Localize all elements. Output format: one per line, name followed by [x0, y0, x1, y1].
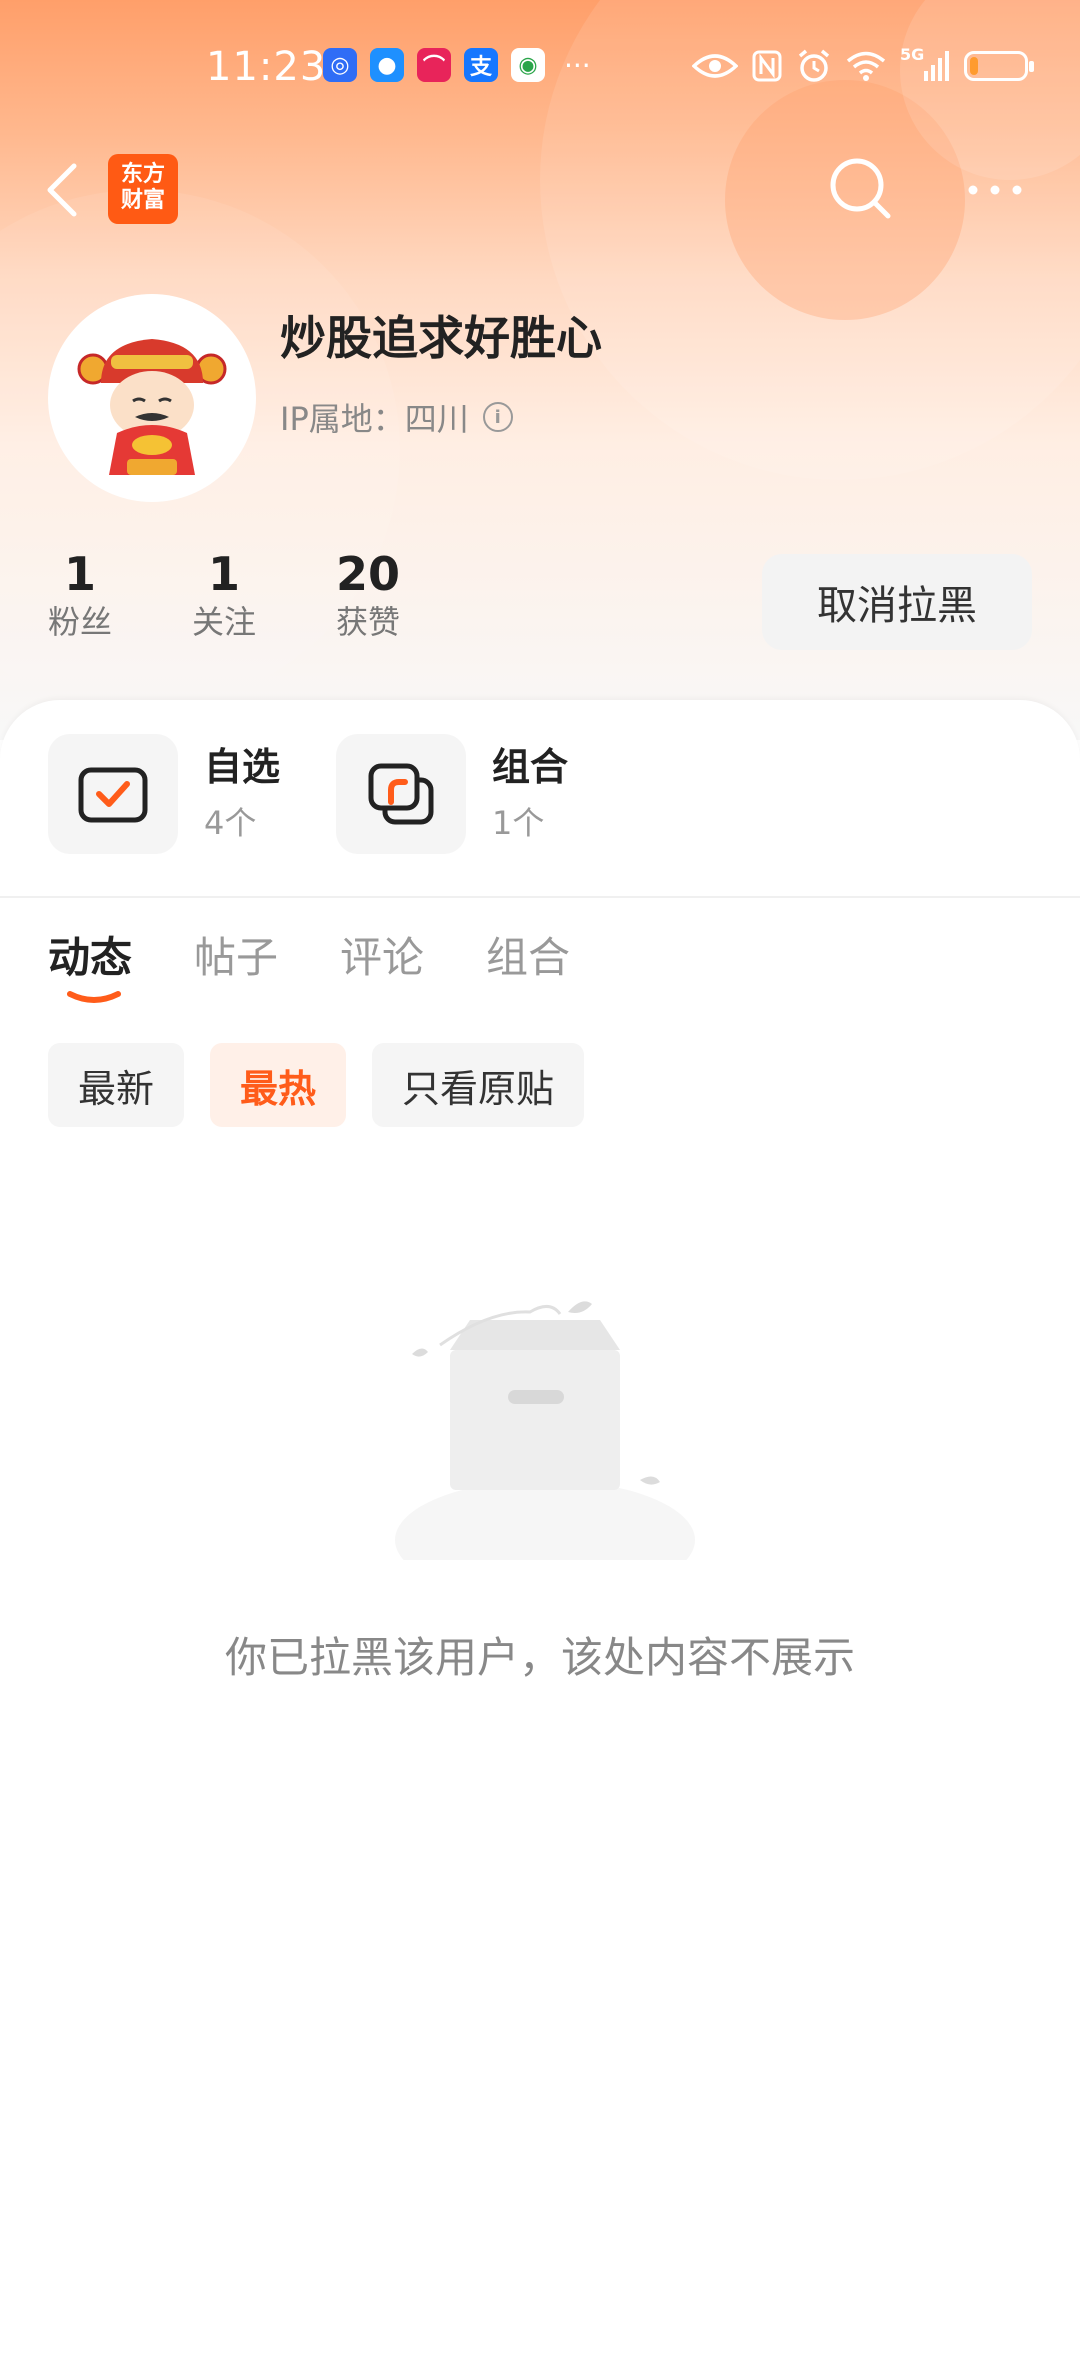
ip-location: IP属地：四川 i — [280, 394, 513, 440]
stat-followers[interactable]: 1 粉丝 — [48, 546, 112, 642]
nfc-icon — [752, 50, 782, 82]
portfolio-icon-box — [336, 734, 466, 854]
unblock-button[interactable]: 取消拉黑 — [762, 554, 1032, 650]
tab-label: 组合 — [486, 933, 571, 982]
watchlist-icon-box — [48, 734, 178, 854]
notification-icons: ◎ ● ⌒ 支 ◉ ··· — [323, 48, 591, 82]
feature-title: 组合 — [492, 745, 569, 789]
stat-following[interactable]: 1 关注 — [192, 546, 256, 642]
feature-title: 自选 — [204, 745, 281, 789]
wifi-icon — [846, 51, 886, 81]
ip-location-label: IP属地：四川 — [280, 400, 469, 438]
battery-level — [970, 57, 978, 75]
fortune-god-avatar-icon — [77, 339, 227, 475]
tab-active-indicator — [67, 991, 121, 1003]
filter-hottest[interactable]: 最热 — [210, 1043, 347, 1127]
tab-label: 帖子 — [194, 933, 279, 982]
stat-value: 1 — [64, 547, 97, 601]
stat-value: 20 — [336, 547, 401, 601]
stat-value: 1 — [208, 547, 241, 601]
filter-chips: 最新 最热 只看原贴 — [48, 1043, 585, 1127]
logo-text-line2: 财富 — [120, 188, 165, 213]
logo-text-line1: 东方 — [120, 162, 165, 187]
filter-original-only[interactable]: 只看原贴 — [372, 1043, 585, 1127]
portfolio-icon — [368, 763, 434, 825]
stat-label: 粉丝 — [48, 603, 113, 641]
checklist-icon — [78, 767, 148, 823]
app-icon-3: ⌒ — [417, 48, 451, 82]
watchlist-entry[interactable]: 自选 4个 — [48, 734, 280, 854]
status-time: 11:23 — [206, 44, 327, 90]
cellular-signal-icon: 5G — [900, 45, 950, 83]
more-notifications-icon: ··· — [564, 48, 591, 82]
system-status-icons: 5G — [692, 45, 1034, 84]
message-icon: ● — [370, 48, 404, 82]
eye-icon — [692, 54, 738, 78]
stat-label: 获赞 — [336, 603, 401, 641]
empty-box-illustration — [395, 1301, 695, 1560]
alipay-icon: 支 — [464, 48, 498, 82]
back-arrow-icon[interactable] — [42, 160, 82, 220]
portfolio-entry[interactable]: 组合 1个 — [336, 734, 568, 854]
app-logo: 东方 财富 — [108, 154, 178, 224]
avatar[interactable] — [48, 294, 256, 502]
tab-bar: 动态 帖子 评论 组合 — [48, 924, 570, 1003]
more-options-icon[interactable] — [965, 170, 1025, 210]
blocked-empty-message: 你已拉黑该用户，该处内容不展示 — [224, 1633, 855, 1682]
tab-activity[interactable]: 动态 — [48, 924, 133, 1003]
filter-latest[interactable]: 最新 — [48, 1043, 185, 1127]
feature-count: 1个 — [492, 804, 545, 842]
tab-portfolio[interactable]: 组合 — [486, 924, 570, 985]
tab-posts[interactable]: 帖子 — [194, 924, 278, 985]
section-divider — [0, 896, 1080, 898]
profile-username: 炒股追求好胜心 — [280, 311, 602, 365]
tab-label: 动态 — [48, 933, 133, 982]
alarm-icon — [798, 49, 830, 82]
tab-label: 评论 — [340, 933, 425, 982]
app-icon-5: ◉ — [511, 48, 545, 82]
search-icon[interactable] — [826, 154, 896, 224]
app-icon-1: ◎ — [323, 48, 357, 82]
info-icon[interactable]: i — [482, 402, 513, 432]
feature-count: 4个 — [204, 804, 257, 842]
stat-likes[interactable]: 20 获赞 — [336, 546, 400, 642]
battery-icon — [964, 51, 1034, 81]
tab-comments[interactable]: 评论 — [340, 924, 424, 985]
stat-label: 关注 — [192, 603, 257, 641]
status-bar: 11:23 ◎ ● ⌒ 支 ◉ ··· 5G — [0, 36, 1080, 106]
